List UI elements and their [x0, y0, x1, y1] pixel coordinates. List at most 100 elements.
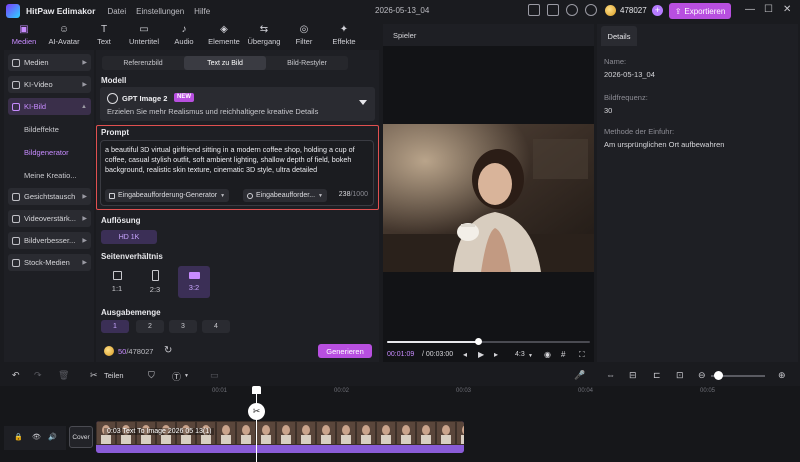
- screen-icon[interactable]: [528, 4, 540, 16]
- grid-icon[interactable]: #: [561, 350, 565, 359]
- timeline[interactable]: 00:01 00:02 00:03 00:04 00:05 🔒 👁 🔊 Cove…: [0, 386, 800, 462]
- mute-icon[interactable]: 🔊: [48, 433, 57, 441]
- menu-datei[interactable]: Datei: [107, 7, 126, 16]
- video-clip[interactable]: 0:03 Text To Image 2026 05 13(1): [96, 421, 464, 453]
- zoom-out-icon[interactable]: ⊖: [698, 370, 706, 381]
- ruler-tick: 00:04: [578, 388, 594, 394]
- undo-icon[interactable]: ↶: [12, 370, 20, 381]
- tab-filter[interactable]: ◎ Filter: [284, 22, 324, 48]
- prompt-generator-icon: [109, 192, 115, 199]
- menu-hilfe[interactable]: Hilfe: [194, 7, 210, 16]
- playback-scrubber[interactable]: [387, 338, 590, 345]
- aspect-ratio-2-3[interactable]: 2:3: [139, 266, 171, 298]
- output-count-4[interactable]: 4: [202, 320, 230, 333]
- cover-button[interactable]: Cover: [69, 426, 93, 448]
- menu-einstellungen[interactable]: Einstellungen: [136, 7, 184, 16]
- tab-untertitel[interactable]: ▭ Untertitel: [124, 22, 164, 48]
- prompt-text[interactable]: a beautiful 3D virtual girlfriend sittin…: [105, 145, 369, 175]
- sidebar-sub-meine-kreationen[interactable]: Meine Kreatio...: [24, 171, 77, 180]
- maximize-icon[interactable]: ☐: [764, 4, 773, 15]
- tab-medien[interactable]: ▣ Medien: [4, 22, 44, 48]
- app-logo-icon: [6, 4, 20, 18]
- fps-value: 30: [604, 106, 613, 115]
- message-icon[interactable]: [547, 4, 559, 16]
- prompt-input[interactable]: a beautiful 3D virtual girlfriend sittin…: [100, 140, 374, 206]
- zoom-slider-handle[interactable]: [714, 371, 723, 380]
- segment-referenzbild[interactable]: Referenzbild: [102, 56, 184, 70]
- prompt-history-dropdown[interactable]: Eingabeaufforder... ▼: [243, 189, 327, 202]
- sidebar-sub-bildgenerator[interactable]: Bildgenerator: [24, 148, 69, 157]
- sidebar-sub-bildeffekte[interactable]: Bildeffekte: [24, 125, 59, 134]
- playhead[interactable]: [256, 386, 257, 462]
- text-tool-icon[interactable]: Ⓣ: [172, 370, 181, 383]
- scrubber-handle[interactable]: [475, 338, 483, 345]
- output-count-3[interactable]: 3: [169, 320, 197, 333]
- model-dropdown[interactable]: GPT Image 2 NEW Erzielen Sie mehr Realis…: [100, 87, 375, 121]
- prompt-generator-dropdown[interactable]: Eingabeaufforderung-Generator ▼: [105, 189, 230, 202]
- add-coins-button[interactable]: +: [652, 5, 663, 16]
- tab-details[interactable]: Details: [601, 26, 637, 46]
- tab-übergang[interactable]: ⇆ Übergang: [244, 22, 284, 48]
- preview-frame[interactable]: [383, 124, 594, 272]
- chevron-down-icon[interactable]: ▼: [184, 373, 189, 379]
- redo-icon[interactable]: ↷: [34, 370, 42, 381]
- sidebar-item-label: KI-Bild: [24, 102, 47, 111]
- tab-elemente[interactable]: ◈ Elemente: [204, 22, 244, 48]
- marker-icon[interactable]: ⛉: [148, 370, 155, 381]
- play-icon[interactable]: ▶: [478, 350, 484, 359]
- tab-label: Übergang: [247, 37, 281, 46]
- download-icon[interactable]: [566, 4, 578, 16]
- tab-effekte[interactable]: ✦ Effekte: [324, 22, 364, 48]
- chevron-down-icon[interactable]: ▼: [528, 353, 533, 359]
- ruler-tick: 00:03: [456, 388, 472, 394]
- generate-button[interactable]: Generieren: [318, 344, 372, 358]
- refresh-icon[interactable]: ↻: [164, 345, 172, 356]
- zoom-in-icon[interactable]: ⊕: [778, 370, 786, 381]
- minimize-icon[interactable]: —: [745, 4, 755, 15]
- tool-tabs: ▣ Medien ☺ AI-Avatar T Text ▭ Untertitel ♪ Audio ◈…: [4, 22, 376, 48]
- scissors-icon[interactable]: ✂: [90, 370, 98, 381]
- sidebar-item-videoverstaerker[interactable]: Videoverstärk... ▶: [8, 210, 91, 227]
- microphone-icon[interactable]: 🎤: [574, 370, 585, 381]
- visibility-icon[interactable]: 👁: [32, 433, 41, 441]
- sidebar-item-gesichtstausch[interactable]: Gesichtstausch ▶: [8, 188, 91, 205]
- sidebar-item-ki-video[interactable]: KI-Video ▶: [8, 76, 91, 93]
- link-icon[interactable]: ⇔: [606, 370, 615, 380]
- landscape-icon: [188, 272, 200, 279]
- split-at-playhead-icon[interactable]: ✂: [248, 403, 265, 420]
- sidebar-item-ki-bild[interactable]: KI-Bild ▲: [8, 98, 91, 115]
- sidebar-item-stock-medien[interactable]: Stock-Medien ▶: [8, 254, 91, 271]
- credit-cost: 50/478027: [118, 347, 153, 356]
- coin-icon: [605, 5, 616, 16]
- fullscreen-icon[interactable]: ⛶: [579, 350, 585, 360]
- account-icon[interactable]: [585, 4, 597, 16]
- tab-text[interactable]: T Text: [84, 22, 124, 48]
- aspect-ratio-3-2[interactable]: 3:2: [178, 266, 210, 298]
- delete-icon[interactable]: 🗑: [58, 370, 69, 381]
- prompt-history-label: Eingabeaufforder...: [256, 192, 316, 199]
- segment-bild-restyler[interactable]: Bild-Restyler: [266, 56, 348, 70]
- sidebar-item-medien[interactable]: Medien ▶: [8, 54, 91, 71]
- output-count-2[interactable]: 2: [136, 320, 164, 333]
- snap-icon[interactable]: ⊏: [653, 370, 661, 381]
- close-icon[interactable]: ✕: [783, 4, 791, 15]
- aspect-ratio-select[interactable]: 4:3: [515, 351, 525, 358]
- split-label[interactable]: Teilen: [104, 371, 124, 380]
- segment-text-zu-bild[interactable]: Text zu Bild: [184, 56, 266, 70]
- previous-frame-icon[interactable]: ◂: [463, 350, 467, 359]
- tab-ai-avatar[interactable]: ☺ AI-Avatar: [44, 22, 84, 48]
- output-count-1[interactable]: 1: [101, 320, 129, 333]
- export-button[interactable]: ⇪ Exportieren: [669, 3, 731, 19]
- resolution-option-hd1k[interactable]: HD 1K: [101, 230, 157, 244]
- fit-icon[interactable]: ⊡: [676, 370, 684, 381]
- crop-icon[interactable]: ▭: [210, 370, 219, 381]
- next-frame-icon[interactable]: ▸: [494, 350, 498, 359]
- snapshot-icon[interactable]: ◉: [544, 350, 551, 359]
- sidebar-item-bildverbesserer[interactable]: Bildverbesser... ▶: [8, 232, 91, 249]
- aspect-ratio-1-1[interactable]: 1:1: [101, 266, 133, 298]
- align-icon[interactable]: ⊟: [629, 370, 637, 381]
- player-panel: Spieler 00:01:09 / 00:03:00 ◂ ▶ ▸ 4:3 ▼ …: [383, 24, 594, 362]
- total-time: / 00:03:00: [422, 351, 454, 358]
- lock-icon[interactable]: 🔒: [14, 433, 23, 441]
- tab-audio[interactable]: ♪ Audio: [164, 22, 204, 48]
